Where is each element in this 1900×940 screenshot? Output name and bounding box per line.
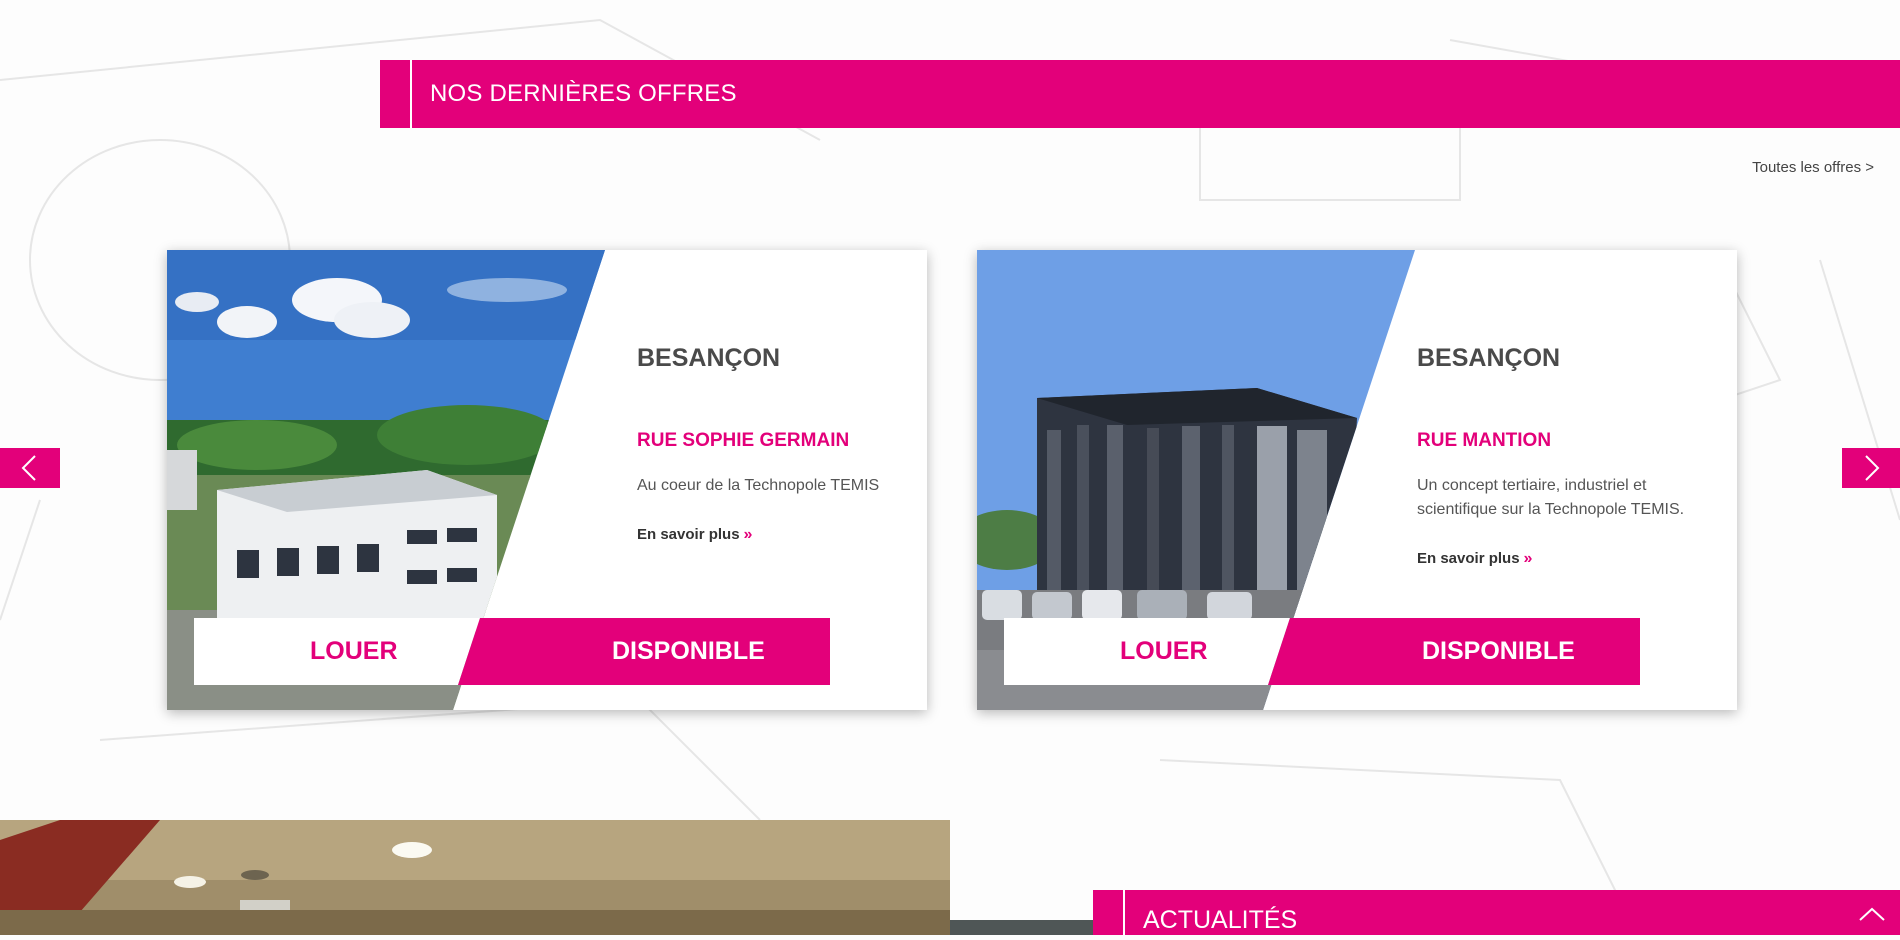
double-chevron-right-icon: » (743, 526, 753, 543)
all-offers-link[interactable]: Toutes les offres > (1752, 159, 1874, 176)
scroll-top-button[interactable] (1840, 890, 1900, 935)
more-link-label: En savoir plus (637, 526, 740, 543)
news-header: ACTUALITÉS (1093, 890, 1900, 935)
news-title: ACTUALITÉS (1143, 906, 1298, 934)
more-link-label: En savoir plus (1417, 550, 1520, 567)
header-divider (410, 60, 412, 128)
carousel-prev-button[interactable] (0, 448, 60, 488)
offer-card[interactable]: BESANÇON RUE SOPHIE GERMAIN Au coeur de … (167, 250, 927, 710)
offer-status-label[interactable]: DISPONIBLE (1422, 618, 1575, 685)
offer-city: BESANÇON (1417, 344, 1561, 372)
double-chevron-right-icon: » (1523, 550, 1533, 567)
chevron-right-icon (1865, 455, 1880, 481)
more-link[interactable]: En savoir plus» (1417, 550, 1532, 568)
more-link[interactable]: En savoir plus» (637, 526, 752, 544)
offer-ribbon: LOUER DISPONIBLE (194, 618, 830, 685)
offer-ribbon: LOUER DISPONIBLE (1004, 618, 1640, 685)
section-title: NOS DERNIÈRES OFFRES (430, 80, 737, 107)
chevron-left-icon (21, 455, 36, 481)
chevron-up-icon (1859, 907, 1885, 921)
offer-description: Un concept tertiaire, industriel et scie… (1417, 477, 1685, 518)
offer-card[interactable]: BESANÇON RUE MANTION Un concept tertiair… (977, 250, 1737, 710)
offer-type-label[interactable]: LOUER (310, 618, 398, 685)
office-photo (0, 820, 950, 935)
offer-status-label[interactable]: DISPONIBLE (612, 618, 765, 685)
offer-type-label[interactable]: LOUER (1120, 618, 1208, 685)
offer-city: BESANÇON (637, 344, 781, 372)
latest-offers-header: NOS DERNIÈRES OFFRES (380, 60, 1900, 128)
header-divider (1123, 890, 1125, 935)
footer-strip (950, 920, 1093, 935)
offer-description: Au coeur de la Technopole TEMIS (637, 477, 880, 494)
carousel-next-button[interactable] (1842, 448, 1900, 488)
offer-street: RUE SOPHIE GERMAIN (637, 430, 850, 451)
offer-street: RUE MANTION (1417, 430, 1552, 451)
